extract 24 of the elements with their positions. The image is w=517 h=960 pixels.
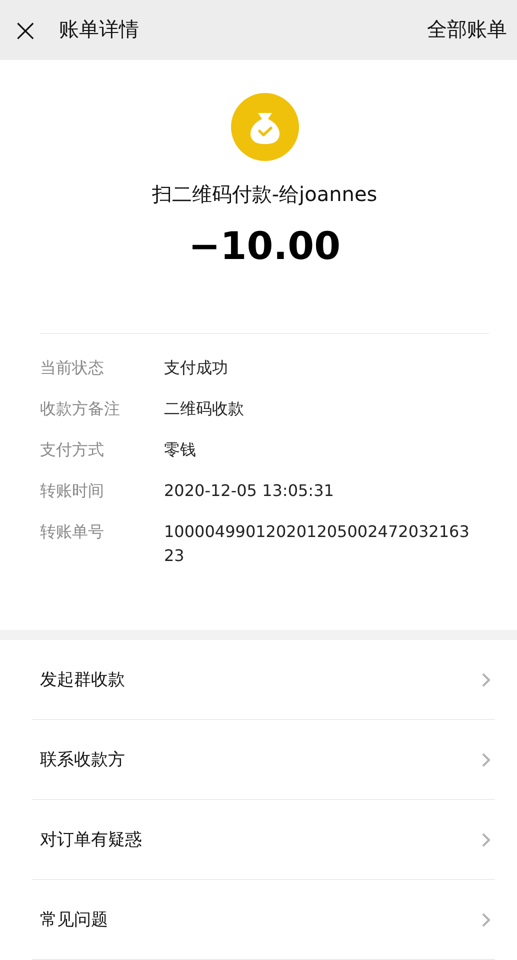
detail-label: 转账单号 <box>40 520 105 543</box>
chevron-icon <box>481 832 491 848</box>
payment-title: 扫二维码付款-给joannes <box>152 180 378 208</box>
amount: −10.00 <box>188 224 341 268</box>
menu-item[interactable]: 联系收款方 <box>32 720 481 800</box>
detail-value: 2020-12-05 13:05:31 <box>164 480 335 502</box>
page-title: 账单详情 <box>58 16 140 44</box>
detail-value: 零钱 <box>164 438 197 461</box>
detail-label: 收款方备注 <box>40 398 121 420</box>
detail-value: 支付成功 <box>164 356 229 379</box>
detail-label: 当前状态 <box>40 356 105 379</box>
detail-label: 转账时间 <box>40 480 105 502</box>
menu-item[interactable]: 常见问题 <box>32 880 481 960</box>
all-bills-link[interactable]: 全部账单 <box>427 16 507 44</box>
detail-label: 支付方式 <box>40 438 105 461</box>
menu-item[interactable]: 对订单有疑惑 <box>32 800 481 880</box>
detail-value: 10000499012020120500247203216323 <box>164 520 470 567</box>
money-bag-icon <box>230 92 298 161</box>
menu-item[interactable]: 发起群收款 <box>32 640 481 720</box>
chevron-icon <box>481 672 491 688</box>
chevron-icon <box>481 912 491 928</box>
detail-value: 二维码收款 <box>164 398 245 420</box>
chevron-icon <box>481 752 491 768</box>
close-button[interactable]: × <box>12 14 39 46</box>
